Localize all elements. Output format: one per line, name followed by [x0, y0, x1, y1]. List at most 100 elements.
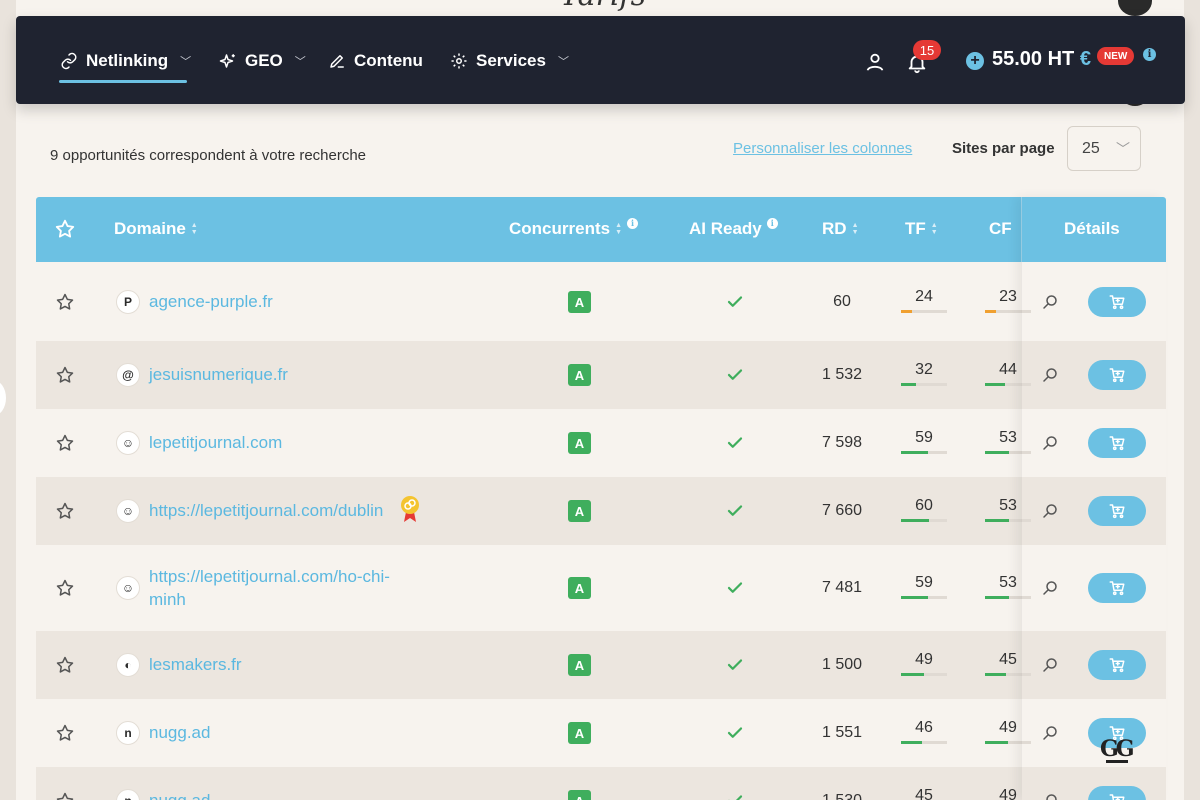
column-header-competitors-label: Concurrents	[509, 219, 611, 238]
tf-value: 49	[915, 651, 933, 668]
cf-bar-fill	[985, 451, 1009, 454]
nav-services[interactable]: Services ﹀	[450, 46, 569, 76]
notifications-badge[interactable]: 15	[913, 40, 941, 60]
favorite-star-icon[interactable]	[55, 433, 75, 453]
rd-value: 1 551	[821, 724, 863, 741]
table-row[interactable]: ◐ lesmakers.fr A 1 500 49 45	[36, 631, 1166, 699]
info-icon[interactable]: i	[627, 217, 639, 229]
domain-link[interactable]: lepetitjournal.com	[149, 431, 419, 454]
cf-bar-fill	[985, 596, 1009, 599]
page-heading-behind: Tarifs	[560, 0, 646, 13]
user-icon[interactable]	[864, 51, 886, 73]
favorite-star-icon[interactable]	[55, 292, 75, 312]
top-navbar: Netlinking ﹀ GEO ﹀ Contenu Services ﹀ 15…	[16, 16, 1185, 104]
column-header-cf[interactable]: CF	[989, 219, 1012, 239]
nav-geo-label: GEO	[245, 51, 283, 70]
column-header-domain[interactable]: Domaine ▲ ▼	[114, 219, 198, 239]
site-favicon-icon: n	[116, 721, 140, 745]
per-page-value: 25	[1082, 139, 1100, 157]
results-count: 9 opportunités correspondent à votre rec…	[50, 147, 367, 164]
rd-value: 1 500	[821, 656, 863, 673]
competitors-grade-badge: A	[568, 654, 591, 676]
domain-link[interactable]: jesuisnumerique.fr	[149, 363, 419, 386]
nav-contenu[interactable]: Contenu	[328, 46, 423, 76]
tf-bar-fill	[901, 519, 929, 522]
sort-icon[interactable]: ▲ ▼	[191, 222, 198, 236]
pencil-icon	[330, 55, 344, 68]
add-funds-icon[interactable]: +	[966, 52, 984, 70]
tf-value: 46	[915, 719, 933, 736]
column-header-tf[interactable]: TF ▲ ▼	[905, 219, 938, 239]
tf-value: 59	[915, 429, 933, 446]
chevron-down-icon: ﹀	[294, 56, 306, 68]
table-row[interactable]: ☺ https://lepetitjournal.com/ho-chi-minh A…	[36, 545, 1166, 631]
sort-icon[interactable]: ▲ ▼	[852, 222, 859, 236]
favorite-star-icon[interactable]	[55, 578, 75, 598]
info-icon[interactable]: i	[1143, 48, 1156, 61]
tf-bar	[901, 741, 947, 744]
sparkles-icon	[219, 54, 235, 68]
per-page-select[interactable]: 25 ﹀	[1067, 126, 1141, 171]
tf-bar	[901, 596, 947, 599]
table-row[interactable]: @ jesuisnumerique.fr A 1 532 32 44	[36, 341, 1166, 409]
competitors-grade-badge: A	[568, 432, 591, 454]
sort-icon[interactable]: ▲ ▼	[615, 222, 622, 236]
table-row[interactable]: ☺ lepetitjournal.com A 7 598 59 53	[36, 409, 1166, 477]
competitors-grade-badge: A	[568, 291, 591, 313]
column-header-ai-ready[interactable]: AI Ready i	[689, 217, 778, 239]
table-row[interactable]: n nugg.ad A 1 551 46 49	[36, 699, 1166, 767]
check-icon	[726, 434, 744, 452]
competitors-grade-badge: A	[568, 722, 591, 744]
cf-bar-fill	[985, 673, 1006, 676]
chevron-down-icon: ﹀	[1116, 141, 1130, 157]
domain-link[interactable]: agence-purple.fr	[149, 290, 419, 313]
domain-link[interactable]: nugg.ad	[149, 721, 419, 744]
check-icon	[726, 502, 744, 520]
favorite-star-icon[interactable]	[55, 791, 75, 800]
account-balance[interactable]: 55.00 HT €	[992, 48, 1091, 71]
tf-bar-fill	[901, 451, 928, 454]
check-icon	[726, 792, 744, 800]
column-header-cf-label: CF	[989, 219, 1012, 238]
info-icon[interactable]: i	[766, 217, 778, 229]
watermark-logo: GG	[1100, 736, 1135, 763]
chevron-down-icon: ﹀	[180, 56, 192, 68]
domain-link[interactable]: nugg.ad	[149, 789, 419, 800]
tf-value: 24	[915, 288, 933, 305]
favorite-star-icon[interactable]	[55, 365, 75, 385]
star-icon[interactable]	[54, 218, 76, 240]
domain-link[interactable]: https://lepetitjournal.com/ho-chi-minh	[149, 565, 419, 611]
tf-bar	[901, 673, 947, 676]
rd-value: 7 660	[821, 502, 863, 519]
table-row[interactable]: ☺ https://lepetitjournal.com/dublin A 7 660…	[36, 477, 1166, 545]
check-icon	[726, 579, 744, 597]
nav-contenu-label: Contenu	[354, 51, 423, 70]
tf-bar-fill	[901, 310, 912, 313]
favorite-star-icon[interactable]	[55, 723, 75, 743]
column-header-rd[interactable]: RD ▲ ▼	[822, 219, 859, 239]
tf-value: 32	[915, 361, 933, 378]
domain-link[interactable]: lesmakers.fr	[149, 653, 419, 676]
sort-icon[interactable]: ▲ ▼	[931, 222, 938, 236]
domain-link[interactable]: https://lepetitjournal.com/dublin	[149, 499, 419, 522]
tf-bar	[901, 310, 947, 313]
cf-bar-fill	[985, 310, 996, 313]
favorite-star-icon[interactable]	[55, 655, 75, 675]
table-header: Domaine ▲ ▼ Concurrents ▲ ▼ i AI Ready i R…	[36, 197, 1166, 262]
tf-bar-fill	[901, 741, 922, 744]
tf-value: 60	[915, 497, 933, 514]
column-header-tf-label: TF	[905, 219, 926, 238]
favorite-star-icon[interactable]	[55, 501, 75, 521]
table-row[interactable]: Pagence-purple.fr A 60 24 23	[36, 262, 1166, 341]
column-header-rd-label: RD	[822, 219, 847, 238]
nav-geo[interactable]: GEO ﹀	[219, 46, 306, 76]
table-row[interactable]: nnugg.adA1 5304549	[36, 767, 1166, 800]
customize-columns-link[interactable]: Personnaliser les colonnes	[733, 140, 912, 157]
side-handle[interactable]	[0, 380, 6, 416]
nav-services-label: Services	[476, 51, 546, 70]
column-header-competitors[interactable]: Concurrents ▲ ▼ i	[509, 217, 639, 239]
site-favicon-icon: ◐	[116, 653, 140, 677]
rd-value: 7 481	[821, 579, 863, 596]
nav-netlinking[interactable]: Netlinking ﹀	[60, 46, 191, 76]
check-icon	[726, 656, 744, 674]
